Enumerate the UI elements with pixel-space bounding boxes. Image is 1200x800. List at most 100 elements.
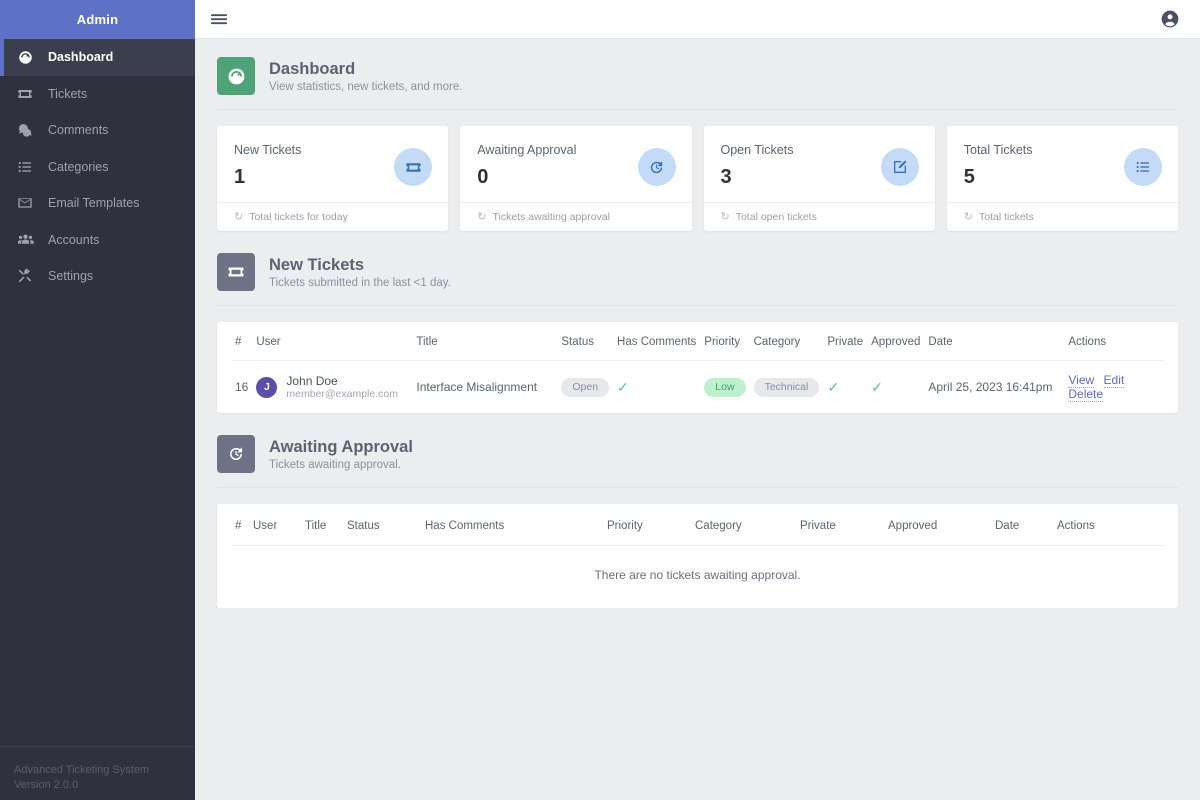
stat-card-body: Total Tickets 5 [947,126,1178,202]
page-header: Dashboard View statistics, new tickets, … [217,57,1178,110]
sidebar-item-tickets[interactable]: Tickets [0,76,195,113]
section-new-tickets: New Tickets Tickets submitted in the las… [217,253,1178,413]
view-link[interactable]: View [1068,373,1095,388]
user-name: John Doe [286,373,338,388]
stat-card-footer: ↻ Total tickets [946,202,1178,231]
sidebar: Admin Dashboard Tickets Comments Categor… [0,0,195,800]
user-email: member@example.com [286,387,398,400]
stat-card-footer: ↻ Tickets awaiting approval [460,202,692,231]
status-badge: Open [561,377,610,397]
stat-card-value: 3 [720,166,732,188]
col-private: Private [823,322,868,361]
app-root: Admin Dashboard Tickets Comments Categor… [0,0,1200,800]
topbar [195,0,1200,39]
cell-has-comments: ✓ [613,361,700,414]
table-body: 16 J John Doe member@example.com Interfa… [231,361,1164,414]
section-header-text: Awaiting Approval Tickets awaiting appro… [269,437,413,471]
sidebar-item-label: Dashboard [48,50,114,65]
cell-title: Interface Misalignment [416,380,538,394]
delete-link[interactable]: Delete [1068,387,1104,402]
sidebar-item-categories[interactable]: Categories [0,149,195,186]
sidebar-item-label: Settings [48,269,94,284]
stat-cards: New Tickets 1 ↻ Total tickets for today [217,126,1178,231]
sidebar-item-dashboard[interactable]: Dashboard [0,39,195,76]
sidebar-item-settings[interactable]: Settings [0,258,195,295]
cell-user: J John Doe member@example.com [252,361,412,414]
col-status: Status [557,322,614,361]
refresh-icon: ↻ [720,211,730,223]
stat-card-awaiting-approval: Awaiting Approval 0 ↻ Tickets awaiting a… [460,126,692,231]
col-priority: Priority [700,322,750,361]
col-date: Date [991,504,1053,546]
table-head: # User Title Status Has Comments Priorit… [231,504,1164,546]
col-id: # [231,322,253,361]
user-cell: J John Doe member@example.com [256,374,408,401]
stat-card-label: Awaiting Approval [477,143,577,157]
section-awaiting-approval: Awaiting Approval Tickets awaiting appro… [217,435,1178,608]
edit-link[interactable]: Edit [1103,373,1125,388]
speedometer-icon [217,57,255,95]
cell-private: ✓ [823,361,867,414]
sidebar-item-email-templates[interactable]: Email Templates [0,185,195,222]
stat-card-footer: ↻ Total tickets for today [217,202,449,231]
refresh-icon: ↻ [234,211,244,223]
new-tickets-table-wrap: # User Title Status Has Comments Priorit… [217,322,1178,413]
stat-card-label: Total Tickets [963,143,1033,157]
table-header-row: # User Title Status Has Comments Priorit… [231,504,1164,546]
table-body: There are no tickets awaiting approval. [231,546,1164,609]
content: Dashboard View statistics, new tickets, … [195,39,1200,608]
section-header-text: New Tickets Tickets submitted in the las… [269,255,451,289]
history-icon [637,148,676,186]
sidebar-item-label: Categories [48,159,109,174]
cell-id: 16 [235,380,249,394]
sidebar-item-accounts[interactable]: Accounts [0,222,195,259]
page-title: Dashboard [269,60,356,78]
priority-badge: Low [704,377,746,397]
empty-state-row: There are no tickets awaiting approval. [231,546,1164,609]
col-has-comments: Has Comments [613,322,701,361]
stat-card-value: 5 [963,166,975,188]
stat-card-footer-text: Total tickets [978,210,1034,223]
refresh-icon: ↻ [963,211,973,223]
col-user: User [252,322,413,361]
section-subtitle: Tickets submitted in the last <1 day. [269,277,451,289]
awaiting-approval-table-wrap: # User Title Status Has Comments Priorit… [217,504,1178,608]
sidebar-item-label: Email Templates [48,196,140,211]
stat-card-footer: ↻ Total open tickets [703,202,935,231]
stat-card-footer-text: Total open tickets [735,210,817,223]
col-actions: Actions [1053,504,1164,546]
list-icon [1124,148,1162,186]
users-icon [16,231,34,248]
col-date: Date [924,322,1065,361]
stat-card-total-tickets: Total Tickets 5 ↻ Total tickets [946,126,1178,231]
new-tickets-table: # User Title Status Has Comments Priorit… [231,322,1164,413]
stat-card-body: New Tickets 1 [217,126,448,202]
stat-card-body: Awaiting Approval 0 [460,126,691,202]
section-title: New Tickets [269,256,365,274]
col-actions: Actions [1064,322,1164,361]
stat-card-label: Open Tickets [720,143,794,157]
sidebar-item-comments[interactable]: Comments [0,112,195,149]
sidebar-footer: Advanced Ticketing System Version 2.0.0 [0,746,195,800]
ticket-icon [217,253,255,291]
col-approved: Approved [867,322,925,361]
ticket-icon [16,86,34,102]
col-category: Category [691,504,796,546]
hamburger-icon[interactable] [211,12,227,26]
stat-card-value: 0 [477,166,489,188]
col-title: Title [412,322,558,361]
col-user: User [249,504,301,546]
ticket-icon [394,148,433,186]
speedometer-icon [16,50,34,65]
comments-icon [16,122,34,138]
sidebar-app-name: Advanced Ticketing System [14,764,150,776]
account-circle-icon[interactable] [1160,9,1180,29]
table-row[interactable]: 16 J John Doe member@example.com Interfa… [231,361,1164,414]
col-id: # [231,504,249,546]
sidebar-nav: Dashboard Tickets Comments Categories Em… [0,39,195,295]
main-area: Dashboard View statistics, new tickets, … [195,0,1200,800]
check-icon: ✓ [871,378,883,395]
section-header: New Tickets Tickets submitted in the las… [217,253,1178,306]
stat-card-footer-text: Total tickets for today [249,210,348,223]
page-header-text: Dashboard View statistics, new tickets, … [269,59,462,93]
